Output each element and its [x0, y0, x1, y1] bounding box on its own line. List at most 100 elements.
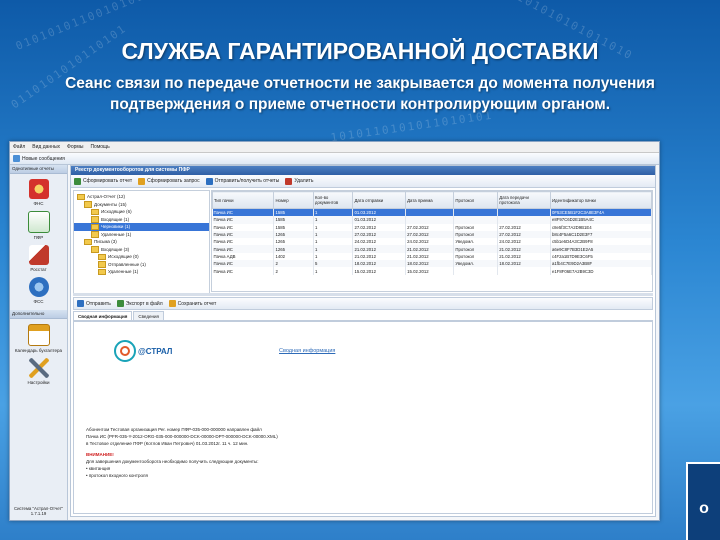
- tree-node[interactable]: Входящие (3): [74, 246, 209, 254]
- menu-help[interactable]: Помощь: [90, 144, 109, 150]
- sidebar-item-fss[interactable]: ФСС: [10, 277, 67, 304]
- sidebar-item-fss-label: ФСС: [33, 299, 44, 304]
- tree-node[interactable]: Астрал-Отчет (12): [74, 193, 209, 201]
- sidebar-header-extra: Дополнительно: [10, 310, 67, 319]
- sidebar-item-rosstat[interactable]: Росстат: [10, 245, 67, 272]
- tree-node[interactable]: Отправленные (1): [74, 261, 209, 269]
- tree-node-label: Входящие (1): [101, 216, 130, 222]
- table-cell: 27.02.2012: [405, 223, 455, 231]
- table-cell: 15.02.2012: [405, 267, 455, 275]
- table-cell: Пачка ИС: [212, 245, 275, 253]
- column-header[interactable]: Тип пачки: [211, 191, 275, 209]
- tree-node[interactable]: Удаленные (1): [74, 268, 209, 276]
- table-row[interactable]: Пачка ИС 2 1 15.02.2012 15.02.2012 e1F8F06E7A…: [212, 267, 653, 275]
- tree-node-label: Отправленные (1): [108, 261, 146, 267]
- column-header[interactable]: Дата отправки: [352, 191, 407, 209]
- table-cell: e1F8F06E7A2B9C3D: [550, 267, 653, 275]
- table-cell: 1265: [273, 230, 314, 239]
- registry-title: Реестр документооборотов для системы ПФР: [71, 166, 655, 175]
- column-header[interactable]: Протокол: [453, 191, 499, 209]
- table-row[interactable]: Пачка ИС 1585 1 27.02.2012 27.02.2012 Протоко…: [212, 223, 653, 231]
- table-cell: 1265: [273, 245, 314, 253]
- system-version: 1.7.1.19: [30, 511, 47, 516]
- menu-file[interactable]: Файл: [13, 144, 25, 150]
- tree-node[interactable]: Исходящие (6): [74, 208, 209, 216]
- tree-node[interactable]: Удаленные (1): [74, 231, 209, 239]
- send-receive-button[interactable]: Отправить/получить отчеты: [205, 177, 280, 185]
- table-cell: [497, 267, 551, 275]
- table-cell: Пачка ИС: [212, 230, 275, 239]
- send-label: Отправить: [86, 300, 111, 307]
- tab-summary[interactable]: Сводная информация: [73, 311, 133, 320]
- save-report-button[interactable]: Сохранить отчет: [168, 300, 216, 307]
- table-cell: 21.02.2012: [497, 245, 551, 253]
- table-cell: 1402: [273, 252, 314, 261]
- column-header[interactable]: Дата передачи протокола: [497, 191, 551, 209]
- summary-line-1: Абонентом Тестовая организация Рег. номе…: [86, 427, 262, 432]
- table-row[interactable]: Пачка ИС 1265 1 27.02.2012 27.02.2012 Протоко…: [212, 230, 653, 239]
- column-header[interactable]: Идентификатор пачки: [549, 191, 653, 209]
- fns-icon: [28, 179, 49, 199]
- send-button[interactable]: Отправить: [77, 300, 111, 307]
- tree-node[interactable]: Входящие (1): [74, 216, 209, 224]
- table-cell: 27.02.2012: [497, 230, 551, 239]
- sidebar-item-calendar-label: Календарь бухгалтера: [14, 348, 63, 353]
- send-receive-icon: [205, 177, 213, 185]
- sidebar-item-pfr[interactable]: ПФР: [10, 211, 67, 240]
- column-header[interactable]: Дата приема: [405, 191, 455, 209]
- tab-details[interactable]: Сведения: [133, 311, 164, 320]
- menu-view[interactable]: Вид данных: [32, 144, 60, 150]
- summary-line-3: в Тестовое отделение ПФР (Котлов Иван Пе…: [86, 441, 249, 446]
- table-cell: 21.02.2012: [497, 252, 551, 261]
- menu-bar: Файл Вид данных Формы Помощь: [10, 142, 659, 153]
- tree-node-label: Исходящие (0): [108, 254, 139, 259]
- delete-button[interactable]: Удалить: [285, 177, 314, 185]
- send-receive-label: Отправить/получить отчеты: [214, 178, 280, 184]
- tree-node-label: Удаленные (1): [101, 231, 132, 237]
- sidebar-item-calendar[interactable]: Календарь бухгалтера: [10, 324, 67, 353]
- column-header[interactable]: Номер: [273, 191, 314, 209]
- table-cell: 18.02.2012: [497, 260, 551, 268]
- tree-node[interactable]: Исходящие (0): [74, 253, 209, 261]
- summary-heading[interactable]: Сводная информация: [279, 348, 335, 354]
- export-button[interactable]: Экспорт в файл: [116, 300, 163, 307]
- table-row[interactable]: Пачка ИС 1585 1 01.03.2012 0F53CE5B1F2C3A8E3…: [212, 208, 653, 217]
- table-cell: 24.02.2012: [497, 238, 551, 246]
- menu-forms[interactable]: Формы: [67, 144, 83, 150]
- table-cell: Уведомл.: [453, 238, 499, 246]
- table-cell: c4F2a1B7D9E3C6F5: [550, 252, 653, 261]
- table-cell: c5b1e6D4A3C2B9F8: [550, 238, 653, 246]
- astral-logo-icon: [114, 340, 136, 362]
- table-cell: 21.02.2012: [405, 245, 455, 253]
- delete-label: Удалить: [294, 178, 314, 184]
- table-row[interactable]: Пачка ИС 1585 1 01.03.2012 e8F97C6D2E1B5A4C: [212, 216, 653, 224]
- folder-icon: [84, 238, 92, 245]
- table-cell: a6e9C8F7B3D1E2A5: [550, 245, 653, 253]
- delete-icon: [285, 177, 293, 185]
- new-messages-button[interactable]: Новые сообщения: [13, 155, 65, 162]
- panel-splitter[interactable]: [73, 293, 653, 296]
- create-request-button[interactable]: Сформировать запрос: [138, 177, 200, 185]
- table-cell: Протокол: [453, 245, 499, 253]
- table-cell: 1: [313, 216, 354, 224]
- table-row[interactable]: Пачка ИС 2 5 18.02.2012 18.02.2012 Уведомл. 18…: [212, 260, 653, 268]
- table-cell: [453, 267, 499, 275]
- tree-node[interactable]: Письма (3): [74, 238, 209, 246]
- folder-tree: Астрал-Отчет (12) Документы (15) Исходящие…: [73, 190, 210, 294]
- tree-node[interactable]: Черновики (1): [74, 223, 209, 231]
- tree-node[interactable]: Документы (15): [74, 201, 209, 209]
- sidebar-item-fns[interactable]: ФНС: [10, 179, 67, 206]
- table-cell: Пачка ИС: [212, 260, 275, 268]
- summary-bullet-2-text: протокол входного контроля: [88, 473, 148, 478]
- table-cell: 24.02.2012: [352, 238, 407, 246]
- table-cell: 1265: [273, 238, 314, 246]
- create-report-button[interactable]: Сформировать отчет: [74, 177, 132, 185]
- new-messages-label: Новые сообщения: [22, 155, 65, 162]
- sidebar-item-tools[interactable]: Настройки: [10, 358, 67, 385]
- column-header[interactable]: Кол-во документов: [312, 191, 354, 209]
- summary-line-4: Для завершения документооборота необходи…: [86, 459, 259, 464]
- table-row[interactable]: Пачка ИС 1265 1 21.02.2012 21.02.2012 Протоко…: [212, 245, 653, 253]
- table-row[interactable]: Пачка ИС 1265 1 24.02.2012 24.02.2012 Уведомл…: [212, 238, 653, 246]
- table-cell: c8e5f3C7A2D9B1E4: [550, 223, 653, 231]
- table-row[interactable]: Пачка АДВ 1402 1 21.02.2012 21.02.2012 Проток…: [212, 252, 653, 261]
